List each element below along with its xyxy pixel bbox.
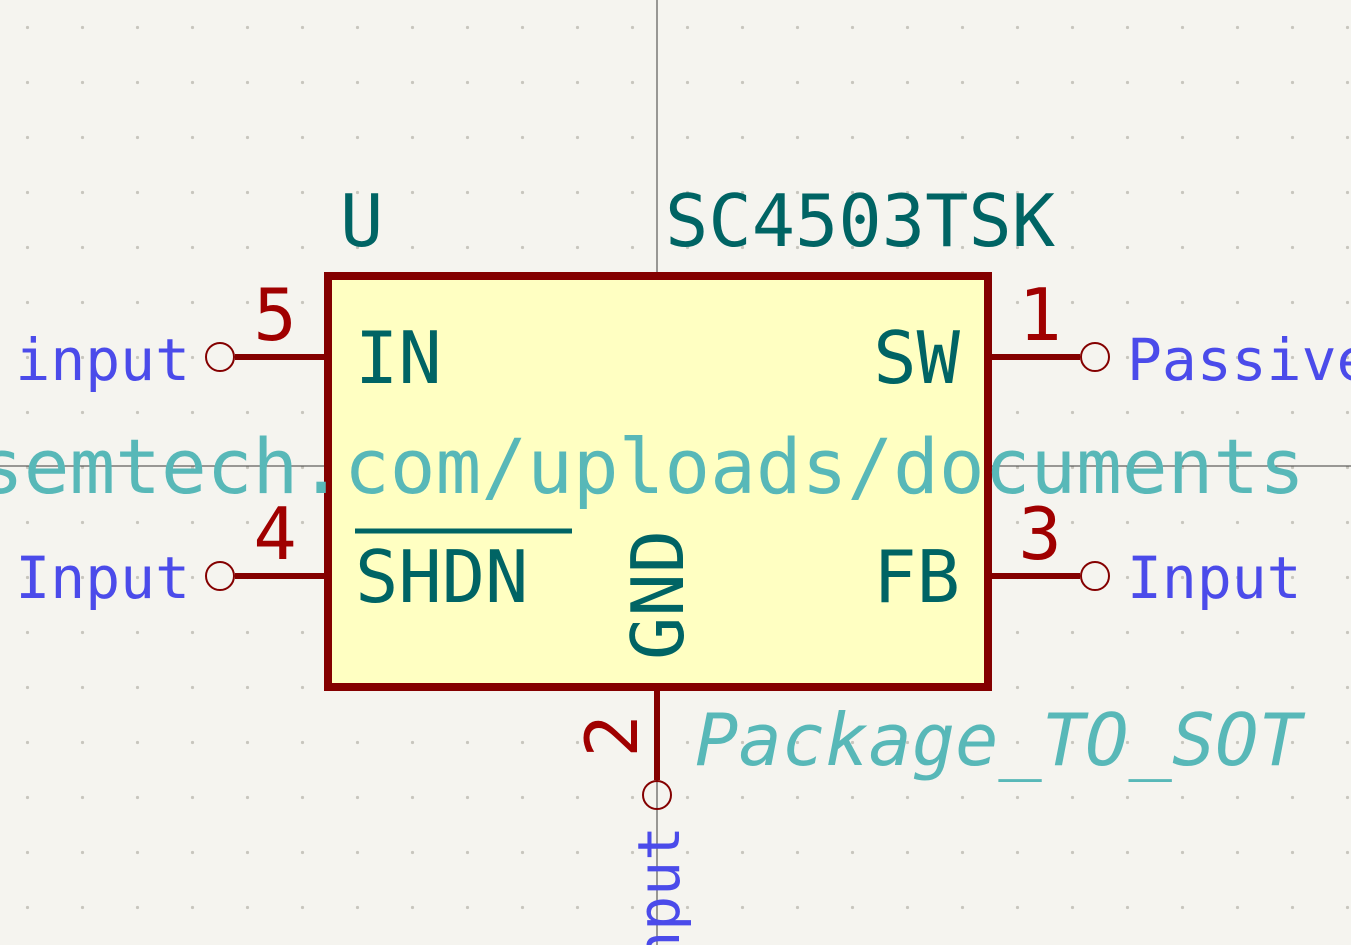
pin-name-gnd: GND <box>616 530 700 660</box>
value-field[interactable]: SC4503TSK <box>665 179 1056 263</box>
pin-name-fb: FB <box>873 535 960 619</box>
schematic-canvas[interactable]: 5 r input 1 Passive 4 Input 3 Input 2 np… <box>0 0 1351 945</box>
pin-name-in: IN <box>355 316 442 400</box>
datasheet-field[interactable]: semtech.com/uploads/documents <box>0 422 1305 511</box>
reference-field[interactable]: U <box>340 179 383 263</box>
pin-name-shdn: SHDN <box>355 535 528 619</box>
pin-name-sw: SW <box>873 316 960 400</box>
pin-type-label: r input <box>0 326 190 394</box>
pin-type-label: Input <box>1127 544 1302 612</box>
footprint-field[interactable]: Package_TO_SOT <box>695 698 1306 782</box>
pin-number: 5 <box>253 273 296 357</box>
pin-number: 1 <box>1018 273 1061 357</box>
pin-type-label: Passive <box>1127 326 1351 394</box>
pin-type-label: Input <box>15 544 190 612</box>
pin-number: 2 <box>570 714 654 757</box>
pin-type-label: nput <box>625 826 693 945</box>
